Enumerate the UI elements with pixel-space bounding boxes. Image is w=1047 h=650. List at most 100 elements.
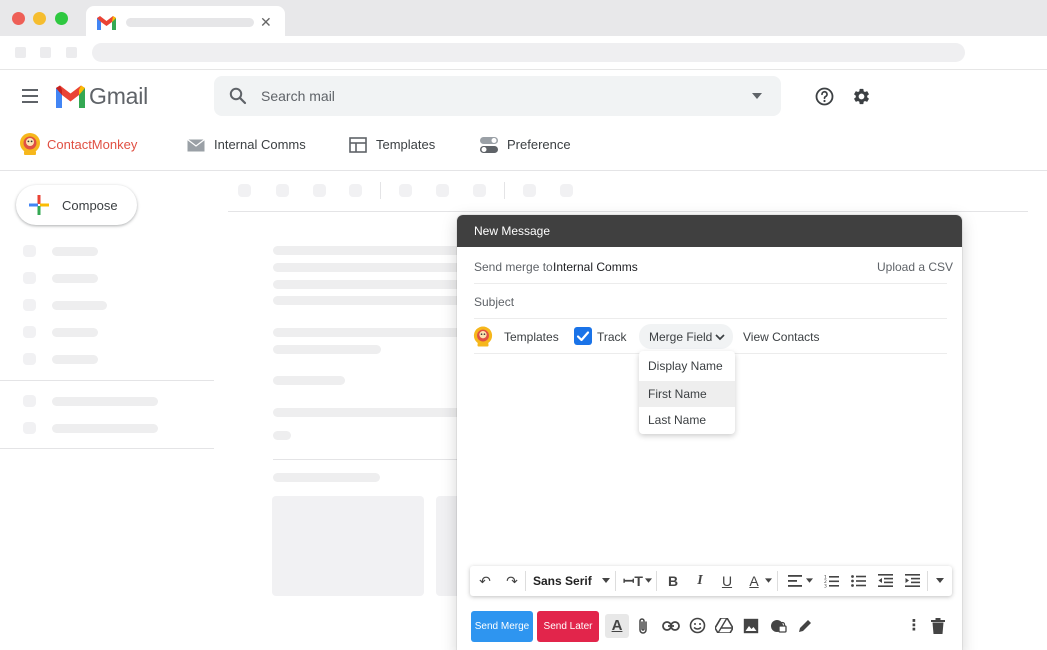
size-caret-icon[interactable] — [645, 578, 652, 583]
toolbar-placeholder[interactable] — [473, 184, 486, 197]
sidebar-item-placeholder — [52, 274, 98, 283]
search-icon[interactable] — [229, 87, 247, 105]
addon-preference[interactable]: Preference — [507, 137, 571, 152]
gmail-logo-icon — [56, 85, 85, 108]
back-icon[interactable] — [15, 47, 26, 58]
toolbar-placeholder[interactable] — [313, 184, 326, 197]
merge-option-display-name[interactable]: Display Name — [639, 353, 735, 379]
sidebar-item-placeholder[interactable] — [23, 353, 36, 365]
confidential-mode-icon[interactable] — [770, 617, 787, 635]
toolbar-placeholder[interactable] — [238, 184, 251, 197]
toolbar-placeholder[interactable] — [399, 184, 412, 197]
undo-icon[interactable]: ↶ — [476, 572, 494, 590]
subject-divider — [474, 318, 947, 319]
sidebar-item-placeholder[interactable] — [23, 422, 36, 434]
sidebar-item-placeholder — [52, 397, 158, 406]
signature-pen-icon[interactable] — [797, 618, 813, 634]
tab-title-placeholder — [126, 18, 254, 27]
numbered-list-icon[interactable]: 1 2 3 — [824, 574, 839, 588]
more-options-icon[interactable]: ⋮ — [904, 616, 924, 636]
bulleted-list-icon[interactable] — [851, 575, 866, 587]
toolbar-placeholder[interactable] — [560, 184, 573, 197]
close-tab-icon[interactable]: ✕ — [260, 14, 272, 30]
help-icon[interactable] — [815, 87, 834, 106]
italic-icon[interactable]: I — [691, 572, 709, 590]
layout-icon — [349, 137, 367, 153]
track-checkbox[interactable] — [574, 327, 592, 345]
font-caret-icon[interactable] — [602, 578, 610, 583]
maximize-window-button[interactable] — [55, 12, 68, 25]
sidebar-item-placeholder[interactable] — [23, 299, 36, 311]
message-line-placeholder — [273, 328, 473, 337]
close-window-button[interactable] — [12, 12, 25, 25]
upload-csv-link[interactable]: Upload a CSV — [877, 260, 953, 274]
chevron-down-icon — [715, 334, 725, 341]
contactmonkey-brand[interactable]: ContactMonkey — [47, 137, 137, 152]
svg-text:3: 3 — [824, 584, 827, 589]
main-menu-icon[interactable] — [22, 89, 38, 103]
toolbar-placeholder[interactable] — [276, 184, 289, 197]
bold-icon[interactable]: B — [664, 572, 682, 590]
minimize-window-button[interactable] — [33, 12, 46, 25]
compose-title: New Message — [474, 224, 551, 238]
view-contacts-link[interactable]: View Contacts — [743, 330, 819, 344]
sidebar-item-placeholder[interactable] — [23, 272, 36, 284]
search-input[interactable] — [261, 86, 721, 106]
url-field[interactable] — [92, 43, 965, 62]
indent-more-icon[interactable] — [905, 574, 920, 587]
toolbar-placeholder[interactable] — [523, 184, 536, 197]
color-caret-icon[interactable] — [765, 578, 772, 583]
font-size-icon[interactable]: ꟷT — [622, 572, 644, 590]
contactmonkey-small-logo-icon — [473, 326, 493, 347]
header-divider — [0, 170, 1047, 171]
toolbar-separator — [525, 571, 526, 591]
compose-templates-button[interactable]: Templates — [504, 330, 559, 344]
send-later-button[interactable]: Send Later — [537, 611, 599, 642]
message-line-placeholder — [273, 296, 473, 305]
attachment-placeholder[interactable] — [272, 496, 424, 596]
addon-templates[interactable]: Templates — [376, 137, 435, 152]
toolbar-placeholder[interactable] — [436, 184, 449, 197]
toolbar-separator — [380, 182, 381, 199]
toggle-icon — [480, 137, 498, 153]
settings-gear-icon[interactable] — [852, 87, 871, 106]
merge-option-last-name[interactable]: Last Name — [639, 407, 735, 433]
sidebar-item-placeholder — [52, 328, 98, 337]
sidebar-item-placeholder[interactable] — [23, 326, 36, 338]
insert-photo-icon[interactable] — [743, 618, 759, 634]
message-line-placeholder — [273, 345, 381, 354]
track-label[interactable]: Track — [597, 330, 627, 344]
subject-field[interactable]: Subject — [474, 295, 514, 309]
sidebar-item-placeholder[interactable] — [23, 395, 36, 407]
attach-file-icon[interactable] — [637, 617, 649, 635]
text-color-icon[interactable]: A — [745, 572, 763, 590]
message-divider — [273, 459, 473, 460]
more-formatting-caret-icon[interactable] — [936, 578, 944, 583]
underline-icon[interactable]: U — [718, 572, 736, 590]
search-options-caret-icon[interactable] — [752, 93, 762, 99]
toolbar-placeholder[interactable] — [349, 184, 362, 197]
redo-icon[interactable]: ↷ — [503, 572, 521, 590]
sidebar-item-placeholder[interactable] — [23, 245, 36, 257]
merge-option-first-name[interactable]: First Name — [639, 381, 735, 407]
message-line-placeholder — [273, 408, 473, 417]
forward-icon[interactable] — [40, 47, 51, 58]
addon-internal-comms[interactable]: Internal Comms — [214, 137, 306, 152]
send-merge-to-value[interactable]: Internal Comms — [553, 260, 638, 274]
emoji-icon[interactable] — [689, 617, 706, 634]
compose-label: Compose — [62, 198, 118, 213]
reload-icon[interactable] — [66, 47, 77, 58]
align-caret-icon[interactable] — [806, 578, 813, 583]
send-merge-button[interactable]: Send Merge — [471, 611, 533, 642]
send-merge-to-label: Send merge to: — [474, 260, 557, 274]
sidebar-divider — [0, 380, 214, 381]
discard-trash-icon[interactable] — [931, 618, 945, 634]
indent-less-icon[interactable] — [878, 574, 893, 587]
message-line-placeholder — [273, 431, 291, 440]
font-family-select[interactable]: Sans Serif — [533, 572, 597, 590]
formatting-options-icon: A — [611, 617, 623, 634]
align-icon[interactable] — [788, 575, 802, 587]
checkmark-icon — [576, 331, 590, 342]
insert-link-icon[interactable] — [662, 620, 680, 632]
drive-icon[interactable] — [715, 618, 733, 633]
